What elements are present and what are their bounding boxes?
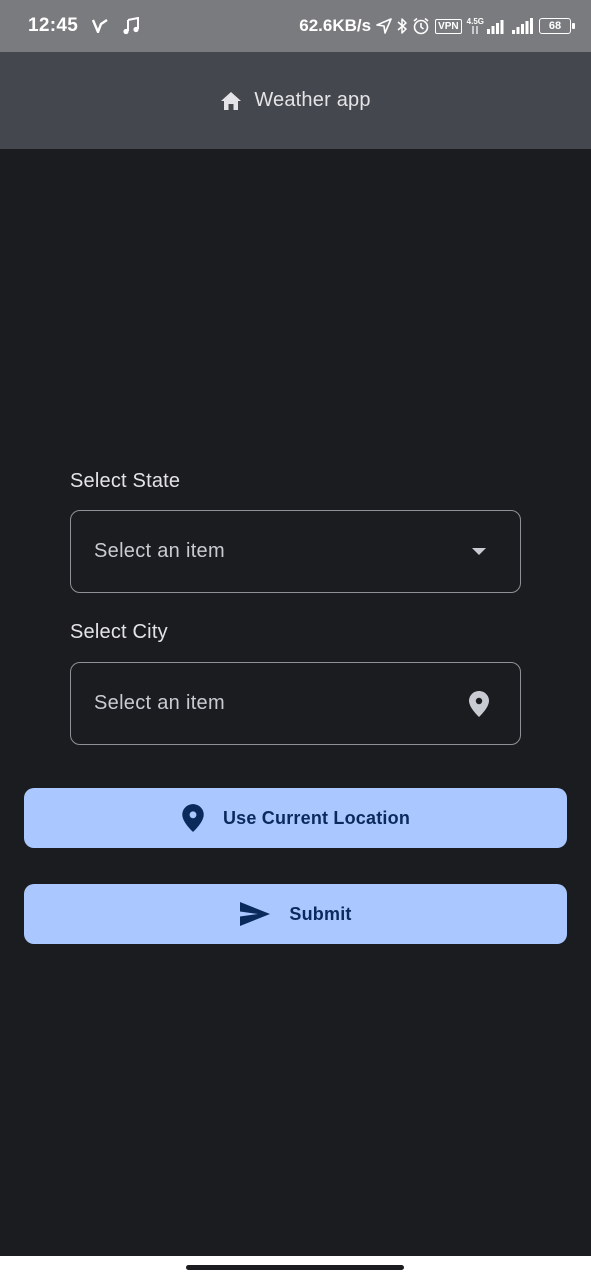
home-icon[interactable] — [220, 91, 242, 111]
alarm-icon — [412, 17, 430, 35]
network-type: 4.5G — [467, 18, 484, 34]
bluetooth-icon — [397, 18, 407, 34]
location-pin-icon — [468, 690, 490, 718]
dropdown-arrow-icon — [472, 548, 486, 555]
status-time: 12:45 — [28, 15, 79, 36]
status-bar: 12:45 62.6KB/s VPN 4.5G 68 — [0, 0, 591, 52]
state-dropdown[interactable]: Select an item — [70, 510, 521, 593]
submit-label: Submit — [289, 903, 352, 924]
app-title: Weather app — [254, 89, 371, 111]
music-note-icon — [122, 17, 140, 35]
net-speed: 62.6KB/s — [299, 16, 372, 35]
use-current-location-label: Use Current Location — [222, 807, 411, 828]
city-dropdown-value: Select an item — [94, 692, 225, 714]
city-label: Select City — [70, 621, 168, 643]
battery-indicator: 68 — [539, 18, 575, 34]
signal-icon — [512, 18, 534, 34]
gesture-nav-area — [0, 1256, 591, 1280]
city-dropdown[interactable]: Select an item — [70, 662, 521, 745]
app-bar: Weather app — [0, 52, 591, 149]
signal-icon — [487, 18, 507, 34]
submit-button[interactable]: Submit — [24, 884, 567, 944]
state-label: Select State — [70, 470, 181, 492]
state-dropdown-value: Select an item — [94, 540, 225, 562]
vpn-badge: VPN — [435, 18, 462, 34]
location-pin-icon — [181, 803, 205, 833]
vpn-key-icon — [92, 19, 108, 33]
send-icon — [239, 901, 271, 927]
gesture-pill[interactable] — [186, 1265, 404, 1270]
use-current-location-button[interactable]: Use Current Location — [24, 788, 567, 848]
location-arrow-icon — [376, 18, 392, 34]
